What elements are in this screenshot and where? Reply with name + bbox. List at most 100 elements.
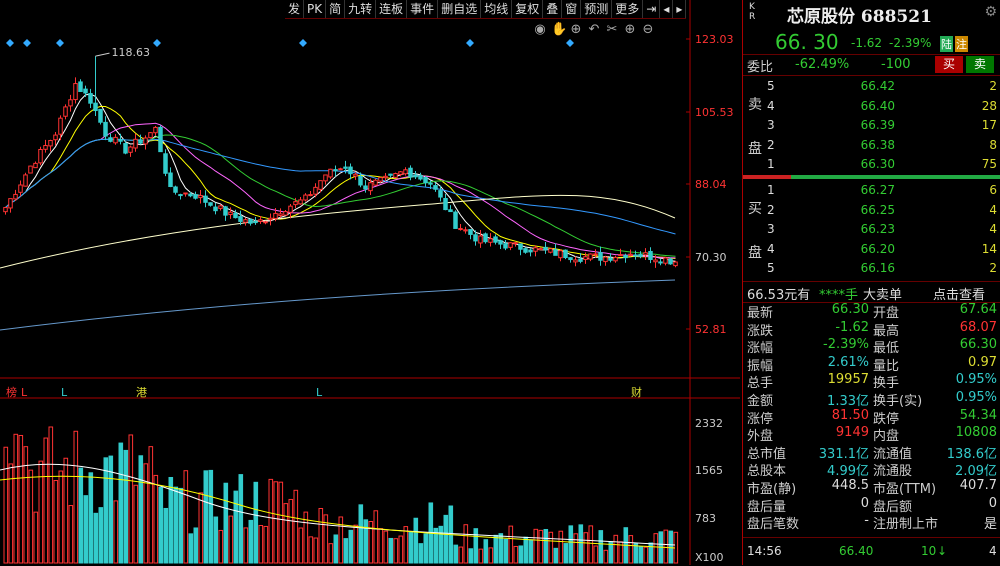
cut-icon[interactable]: ✂	[605, 22, 619, 37]
stat-2-left: 涨幅 -2.39%	[743, 337, 869, 356]
toolbar-item-9[interactable]: 叠	[543, 0, 563, 18]
volume-bar	[573, 533, 579, 564]
bid-row[interactable]: 3 66.23 4	[765, 219, 999, 239]
chart-tool-icons: ◉ ✋ ⊕ ↶ ✂ ⊕ ⊖	[533, 22, 655, 37]
candle-body	[598, 252, 603, 261]
volume-bar	[213, 516, 219, 564]
candle-body	[328, 168, 333, 178]
order-qty: 75	[981, 157, 997, 171]
stat-1-left: 涨跌 -1.62	[743, 320, 869, 339]
stat-key: 盘后笔数	[747, 517, 800, 533]
event-marker: L	[21, 386, 28, 399]
toolbar-item-8[interactable]: 复权	[512, 0, 544, 18]
eye-icon[interactable]: ◉	[533, 22, 547, 37]
volume-bar	[278, 481, 284, 564]
bid-row[interactable]: 4 66.20 14	[765, 239, 999, 259]
volume-bar	[63, 457, 69, 564]
candle-body	[58, 117, 63, 135]
ask-row[interactable]: 1 66.30 75	[765, 154, 999, 174]
toolbar-item-1[interactable]: PK	[304, 0, 327, 18]
stat-key: 量比	[873, 358, 900, 374]
toolbar-item-4[interactable]: 连板	[376, 0, 408, 18]
buy-button[interactable]: 买	[935, 56, 963, 73]
stat-12-right: 注册制上市 是	[869, 513, 997, 532]
volume-tick-label: 1565	[695, 464, 723, 477]
stat-7-right: 内盘 10808	[869, 425, 997, 444]
toolbar-item-0[interactable]: 发	[285, 0, 305, 18]
ask-row[interactable]: 5 66.42 2	[765, 76, 999, 96]
zoom-in-icon[interactable]: ⊕	[569, 22, 583, 37]
ask-row[interactable]: 4 66.40 28	[765, 96, 999, 116]
arrow-right-icon[interactable]: ▸	[673, 0, 687, 18]
stat-3-right: 量比 0.97	[869, 355, 997, 374]
undo-icon[interactable]: ↶	[587, 22, 601, 37]
stat-10-left: 市盈(静) 448.5	[743, 478, 869, 497]
volume-bar	[123, 449, 129, 564]
volume-bar	[523, 536, 529, 564]
volume-bar	[383, 530, 389, 564]
collapse-icon[interactable]: ⇥	[643, 0, 661, 18]
toolbar-item-12[interactable]: 更多	[612, 0, 644, 18]
candle-body	[523, 248, 528, 253]
volume-bar	[83, 495, 89, 564]
big-order-row[interactable]: 66.53元有 ****手 大卖单 点击查看	[743, 281, 1000, 303]
sell-button[interactable]: 卖	[966, 56, 994, 73]
bid-row[interactable]: 5 66.16 2	[765, 258, 999, 278]
volume-bar	[513, 545, 519, 564]
ask-row[interactable]: 2 66.38 8	[765, 135, 999, 155]
stat-8-right: 流通值 138.6亿	[869, 443, 997, 462]
minus-icon[interactable]: ⊖	[641, 22, 655, 37]
stat-value: 10808	[955, 425, 997, 441]
stat-12-left: 盘后笔数 -	[743, 513, 869, 533]
candle-body	[153, 126, 158, 134]
volume-bar	[588, 525, 594, 564]
candle-body	[273, 212, 278, 219]
price-tick-label: 52.81	[695, 323, 727, 336]
volume-bar	[133, 484, 139, 564]
stat-key: 盘后额	[873, 499, 913, 515]
volume-bar	[388, 537, 394, 564]
volume-bar	[538, 529, 544, 564]
plus-icon[interactable]: ⊕	[623, 22, 637, 37]
kline-chart[interactable]: 123.03 105.53 88.04 70.30 52.81 2332 1565 783 X1…	[0, 0, 740, 565]
volume-bar	[553, 547, 559, 564]
bid-row[interactable]: 2 66.25 4	[765, 200, 999, 220]
toolbar-item-3[interactable]: 九转	[345, 0, 377, 18]
bid-row[interactable]: 1 66.27 6	[765, 180, 999, 200]
toolbar-item-7[interactable]: 均线	[481, 0, 513, 18]
ask-row[interactable]: 3 66.39 17	[765, 115, 999, 135]
arrow-left-icon[interactable]: ◂	[660, 0, 674, 18]
event-marker: 榜	[6, 385, 17, 399]
stat-4-left: 总手 19957	[743, 372, 869, 391]
candle-body	[118, 139, 123, 142]
volume-bar	[128, 434, 134, 564]
volume-bar	[98, 507, 104, 564]
candle-body	[593, 253, 598, 256]
toolbar-item-11[interactable]: 预测	[581, 0, 613, 18]
stat-value: 1.33亿	[827, 394, 869, 409]
big-order-link[interactable]: 点击查看	[933, 284, 985, 303]
order-qty: 17	[981, 118, 997, 132]
ma20-line	[5, 122, 676, 259]
volume-bar	[228, 515, 234, 564]
volume-bar	[363, 519, 369, 564]
candle-body	[128, 146, 133, 153]
candle-body	[543, 246, 548, 251]
hand-icon[interactable]: ✋	[551, 22, 567, 37]
toolbar-item-6[interactable]: 删自选	[438, 0, 482, 18]
volume-bar	[468, 548, 474, 564]
volume-bar	[188, 533, 194, 564]
gear-icon[interactable]: ⚙	[984, 4, 997, 20]
candle-body	[218, 205, 223, 209]
price-tick-label: 88.04	[695, 178, 727, 191]
stat-5-right: 换手(实) 0.95%	[869, 390, 997, 409]
toolbar-item-5[interactable]: 事件	[407, 0, 439, 18]
stat-value: 0	[988, 495, 997, 511]
candle-body	[558, 250, 563, 259]
candle-body	[198, 195, 203, 199]
toolbar-item-2[interactable]: 简	[326, 0, 346, 18]
candle-body	[123, 143, 128, 154]
volume-bar	[518, 545, 524, 564]
order-level: 2	[767, 137, 775, 152]
toolbar-item-10[interactable]: 窗	[562, 0, 582, 18]
